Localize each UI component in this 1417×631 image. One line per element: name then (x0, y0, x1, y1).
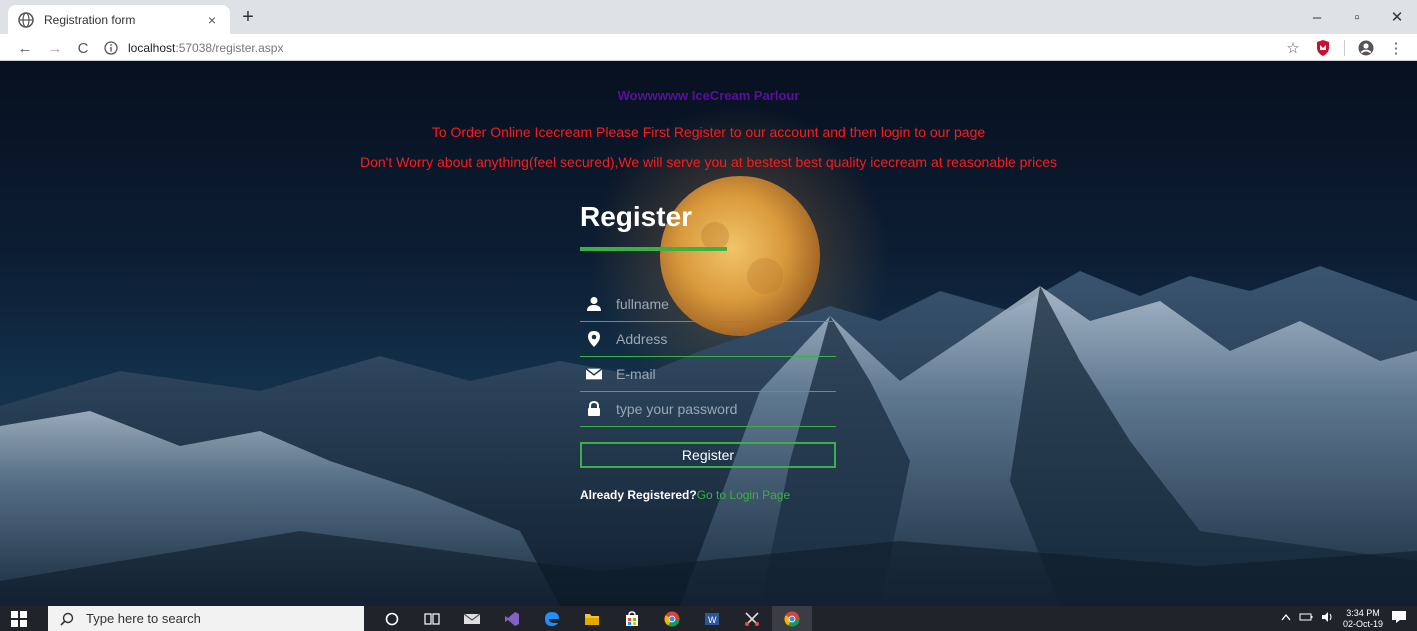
register-form: Register fullname Address E-mail Registe… (580, 201, 836, 502)
globe-icon (18, 11, 34, 28)
chevron-up-icon[interactable] (1281, 613, 1291, 624)
volume-icon[interactable] (1321, 611, 1335, 626)
site-title: Wowwwww IceCream Parlour (617, 88, 800, 103)
notice-line-2: Don't Worry about anything(feel secured)… (359, 154, 1058, 170)
form-heading: Register (580, 201, 693, 232)
tab-title: Registration form (44, 12, 136, 27)
clock-date: 02-Oct-19 (1342, 618, 1383, 629)
maximize-button[interactable]: ▫ (1337, 0, 1377, 34)
close-tab-icon[interactable]: × (204, 12, 220, 28)
login-page-link[interactable]: Go to Login Page (697, 488, 790, 502)
browser-tab-bar: Registration form × + – ▫ ✕ (0, 0, 1417, 34)
forward-button[interactable]: → (44, 37, 66, 59)
taskbar: Type here to search W 3:34 PM 02-Oct-19 (0, 606, 1417, 631)
word-icon[interactable]: W (692, 606, 732, 631)
back-button[interactable]: ← (14, 37, 36, 59)
browser-menu-icon[interactable]: ⋮ (1387, 39, 1405, 57)
browser-tab[interactable]: Registration form × (8, 5, 230, 34)
page-viewport: Wowwwww IceCream Parlour To Order Online… (0, 61, 1417, 606)
task-view-icon[interactable] (412, 606, 452, 631)
window-controls: – ▫ ✕ (1297, 0, 1417, 34)
address-field (580, 322, 836, 357)
toolbar-separator (1344, 40, 1345, 56)
password-field (580, 392, 836, 427)
bookmark-star-icon[interactable]: ☆ (1284, 39, 1302, 57)
already-registered-label: Already Registered? (580, 488, 697, 502)
clock-time: 3:34 PM (1346, 607, 1380, 618)
email-field (580, 357, 836, 392)
windows-start-icon[interactable] (10, 610, 28, 628)
notifications-icon[interactable] (1391, 610, 1407, 627)
clock[interactable]: 3:34 PM 02-Oct-19 (1343, 608, 1383, 630)
email-input[interactable] (616, 366, 816, 382)
svg-text:W: W (708, 615, 717, 625)
visual-studio-icon[interactable] (492, 606, 532, 631)
store-icon[interactable] (612, 606, 652, 631)
reload-button[interactable]: C (72, 37, 94, 59)
taskbar-search-input[interactable]: Type here to search (48, 606, 364, 631)
minimize-button[interactable]: – (1297, 0, 1337, 34)
already-registered-text: Already Registered?Go to Login Page (580, 488, 836, 502)
file-explorer-icon[interactable] (572, 606, 612, 631)
mail-app-icon[interactable] (452, 606, 492, 631)
lock-icon (586, 401, 602, 417)
address-input[interactable] (616, 331, 816, 347)
new-tab-button[interactable]: + (236, 6, 260, 30)
page-content: Wowwwww IceCream Parlour To Order Online… (0, 61, 1417, 606)
info-icon[interactable] (104, 40, 118, 55)
cortana-icon[interactable] (372, 606, 412, 631)
toolbar-icons: ☆ ⋮ (1284, 37, 1405, 59)
location-pin-icon (586, 331, 602, 347)
profile-icon[interactable] (1357, 39, 1375, 57)
search-icon (60, 612, 74, 626)
url-path: :57038/register.aspx (175, 40, 284, 55)
search-placeholder: Type here to search (86, 611, 201, 626)
fullname-field (580, 287, 836, 322)
battery-icon[interactable] (1299, 612, 1313, 625)
user-icon (586, 296, 602, 312)
address-bar: ← → C localhost:57038/register.aspx ☆ ⋮ (0, 34, 1417, 61)
edge-icon[interactable] (532, 606, 572, 631)
register-button[interactable]: Register (580, 442, 836, 468)
password-input[interactable] (616, 401, 816, 417)
system-tray: 3:34 PM 02-Oct-19 (1281, 606, 1407, 631)
envelope-icon (586, 366, 602, 382)
chrome-active-icon[interactable] (772, 606, 812, 631)
notice-line-1: To Order Online Icecream Please First Re… (431, 124, 986, 140)
taskbar-apps: W (372, 606, 812, 631)
url-field[interactable]: localhost:57038/register.aspx (104, 37, 1254, 58)
heading-underline (580, 247, 727, 251)
chrome-icon[interactable] (652, 606, 692, 631)
fullname-input[interactable] (616, 296, 816, 312)
url-host: localhost (128, 40, 176, 55)
close-window-button[interactable]: ✕ (1377, 0, 1417, 34)
snipping-tool-icon[interactable] (732, 606, 772, 631)
extension-shield-icon[interactable] (1314, 39, 1332, 57)
